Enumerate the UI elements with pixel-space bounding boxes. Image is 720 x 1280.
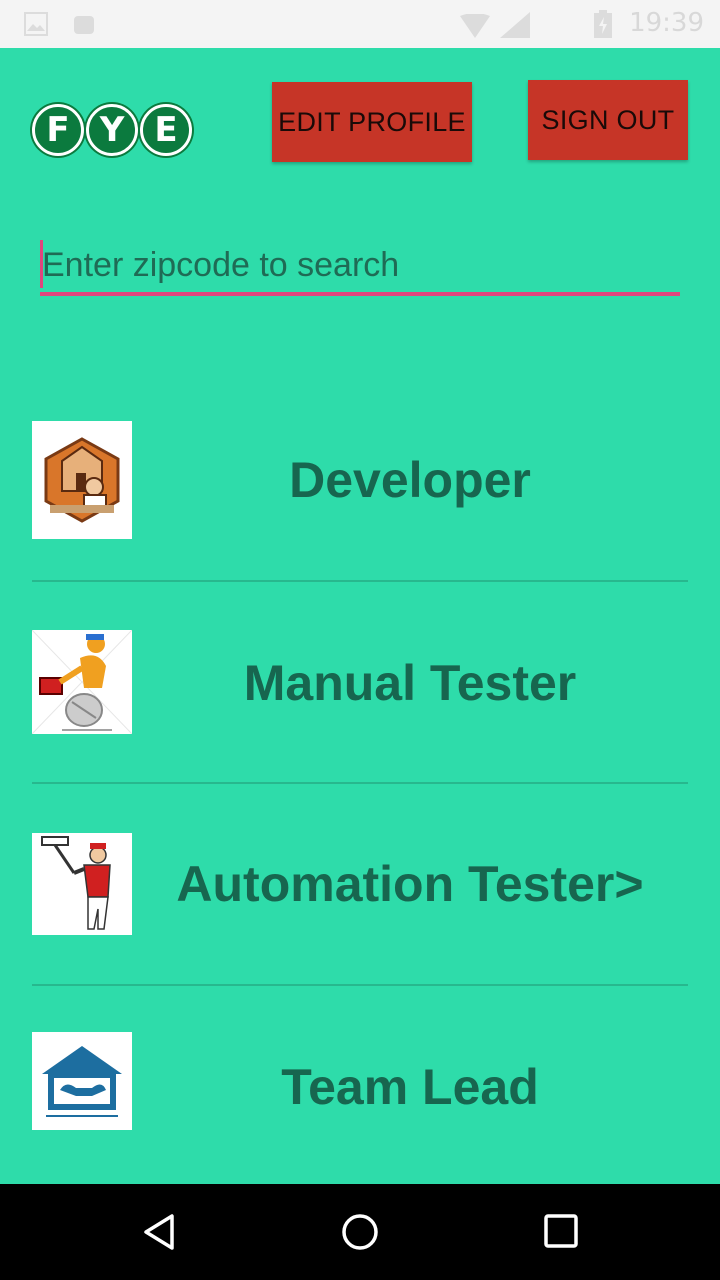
house-worker-icon: [32, 421, 132, 539]
recents-icon[interactable]: [542, 1212, 582, 1252]
toolbox-worker-icon: [32, 630, 132, 734]
status-time: 19:39: [629, 8, 704, 38]
home-tools-icon: [32, 1032, 132, 1130]
edit-profile-button[interactable]: EDIT PROFILE: [272, 82, 472, 162]
system-nav-bar: [0, 1184, 720, 1280]
logo-letter: E: [140, 104, 192, 156]
zipcode-search-input[interactable]: [40, 236, 680, 294]
sign-out-button[interactable]: SIGN OUT: [528, 80, 688, 160]
status-bar: 19:39: [0, 0, 720, 48]
signal-icon: [500, 12, 530, 38]
logo-letter: Y: [86, 104, 138, 156]
painter-icon: [32, 833, 132, 935]
list-item[interactable]: Developer: [32, 421, 688, 539]
home-icon[interactable]: [340, 1212, 380, 1252]
list-item[interactable]: Automation Tester>: [32, 833, 688, 935]
search-field: [40, 236, 680, 298]
battery-icon: [594, 10, 612, 38]
back-icon[interactable]: [140, 1212, 180, 1252]
list-item-label: Automation Tester>: [176, 856, 644, 912]
search-underline: [40, 292, 680, 296]
list-item-label: Developer: [289, 452, 531, 508]
divider: [32, 782, 688, 784]
android-icon: [74, 16, 94, 34]
list-item[interactable]: Manual Tester: [32, 630, 688, 734]
image-icon: [24, 12, 48, 36]
app-logo: F Y E: [32, 104, 192, 156]
list-item[interactable]: Team Lead: [32, 1032, 688, 1130]
list-item-label: Manual Tester: [243, 655, 577, 711]
divider: [32, 580, 688, 582]
divider: [32, 984, 688, 986]
text-cursor: [40, 240, 43, 288]
wifi-icon: [460, 14, 490, 38]
list-item-label: Team Lead: [281, 1059, 539, 1115]
logo-letter: F: [32, 104, 84, 156]
